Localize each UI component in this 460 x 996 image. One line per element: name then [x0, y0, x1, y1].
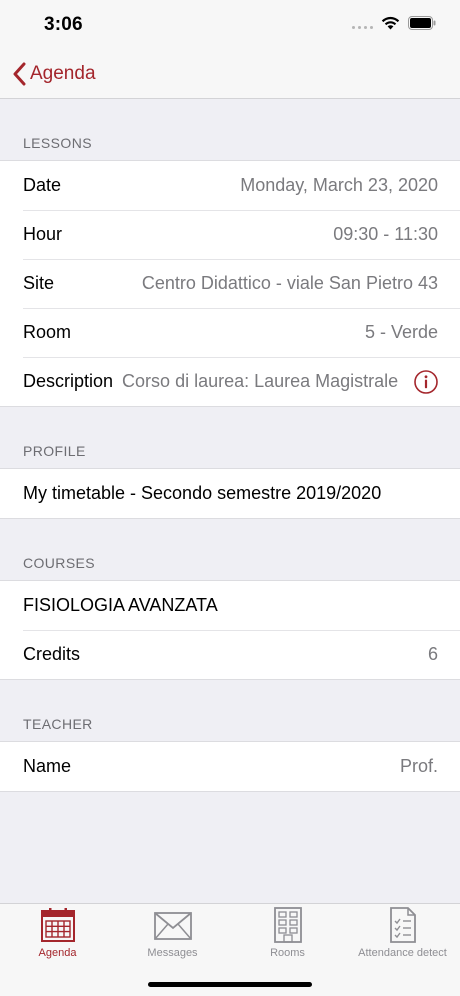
courses-group: FISIOLOGIA AVANZATA Credits 6: [0, 580, 460, 680]
row-value: Centro Didattico - viale San Pietro 43: [141, 273, 438, 293]
section-header-profile: PROFILE: [23, 443, 86, 459]
profile-group: My timetable - Secondo semestre 2019/202…: [0, 468, 460, 519]
course-name: FISIOLOGIA AVANZATA: [23, 595, 218, 615]
row-value: 6: [427, 644, 438, 664]
status-icons: [352, 16, 436, 30]
back-button-label: Agenda: [30, 63, 96, 84]
calendar-icon: [40, 908, 75, 942]
row-description[interactable]: Description Corso di laurea: Laurea Magi…: [0, 357, 460, 406]
row-label: Name: [23, 756, 72, 776]
tab-label: Messages: [147, 947, 198, 959]
envelope-icon: [153, 912, 192, 940]
row-site: Site Centro Didattico - viale San Pietro…: [0, 259, 460, 308]
teacher-group: Name Prof.: [0, 741, 460, 792]
navigation-bar: Agenda: [0, 50, 460, 99]
section-header-teacher: TEACHER: [23, 716, 93, 732]
row-value: Prof.: [399, 756, 438, 776]
tab-attendance-detect[interactable]: Attendance detect: [345, 904, 460, 964]
lessons-group: Date Monday, March 23, 2020 Hour 09:30 -…: [0, 160, 460, 407]
tab-label: Rooms: [270, 947, 305, 959]
row-room: Room 5 - Verde: [0, 308, 460, 357]
section-header-lessons: LESSONS: [23, 135, 92, 151]
row-date: Date Monday, March 23, 2020: [0, 161, 460, 210]
row-label: Description: [23, 371, 114, 391]
tab-rooms[interactable]: Rooms: [230, 904, 345, 964]
tab-agenda[interactable]: Agenda: [0, 904, 115, 964]
row-label: Room: [23, 322, 72, 342]
row-hour: Hour 09:30 - 11:30: [0, 210, 460, 259]
detail-content: LESSONS Date Monday, March 23, 2020 Hour…: [0, 99, 460, 792]
row-course-name: FISIOLOGIA AVANZATA: [0, 581, 460, 630]
tab-label: Attendance detect: [358, 947, 447, 959]
row-value: Corso di laurea: Laurea Magistrale: [122, 371, 399, 391]
row-teacher-name: Name Prof.: [0, 742, 460, 791]
wifi-icon: [381, 16, 400, 30]
section-header-courses: COURSES: [23, 555, 96, 571]
building-icon: [273, 907, 302, 943]
row-credits: Credits 6: [0, 630, 460, 679]
back-button[interactable]: Agenda: [12, 60, 96, 88]
tab-messages[interactable]: Messages: [115, 904, 230, 964]
row-label: Date: [23, 175, 62, 195]
battery-icon: [408, 16, 436, 30]
status-bar: 3:06: [0, 0, 460, 50]
tab-label: Agenda: [38, 947, 77, 959]
checklist-icon: [389, 907, 416, 943]
home-indicator: [148, 982, 312, 987]
row-label: Site: [23, 273, 55, 293]
info-icon[interactable]: [414, 369, 438, 394]
row-value: 09:30 - 11:30: [333, 224, 438, 244]
row-value: 5 - Verde: [364, 322, 438, 342]
row-label: Hour: [23, 224, 63, 244]
row-value: Monday, March 23, 2020: [240, 175, 438, 195]
status-time: 3:06: [44, 14, 83, 35]
chevron-left-icon: [13, 62, 26, 86]
row-profile: My timetable - Secondo semestre 2019/202…: [0, 469, 460, 518]
profile-value: My timetable - Secondo semestre 2019/202…: [23, 483, 382, 503]
cellular-signal-icon: [352, 17, 373, 29]
row-label: Credits: [23, 644, 81, 664]
